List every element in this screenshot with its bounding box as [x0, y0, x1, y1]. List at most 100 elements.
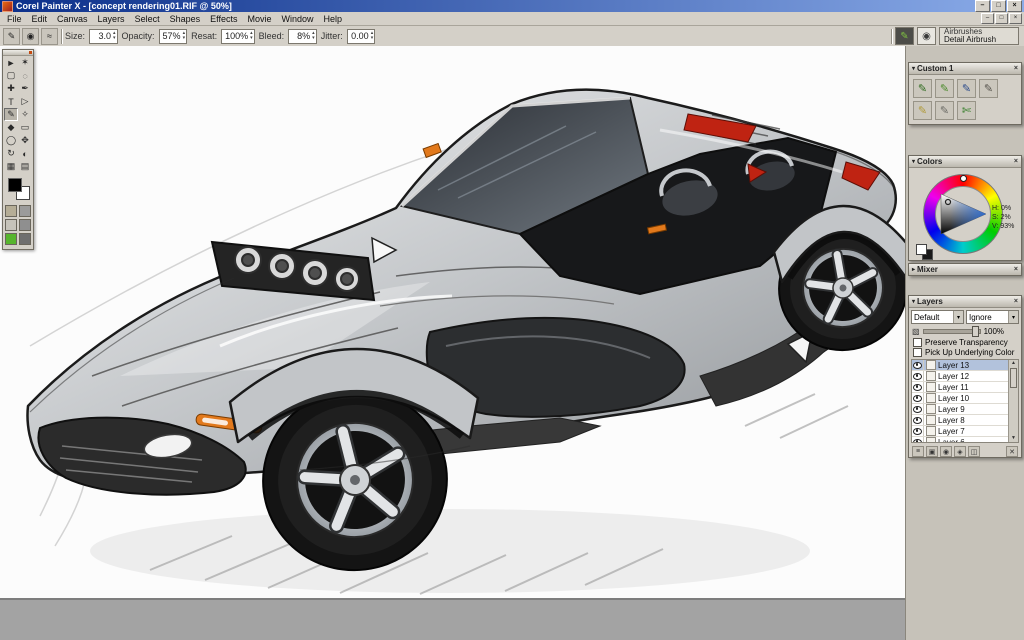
nozzle-selector[interactable]: [5, 233, 17, 245]
main-color-swatch[interactable]: [8, 178, 22, 192]
dab-preview-icon[interactable]: ◉: [22, 28, 39, 45]
toolbox-header[interactable]: [3, 50, 33, 56]
layers-scrollbar[interactable]: ▲ ▼: [1008, 360, 1018, 442]
weave-selector[interactable]: [19, 219, 31, 231]
colors-panel-header[interactable]: ▾ Colors ×: [909, 156, 1021, 168]
menu-movie[interactable]: Movie: [242, 14, 276, 24]
new-layer-icon[interactable]: ▣: [926, 446, 938, 457]
menu-edit[interactable]: Edit: [27, 14, 53, 24]
menu-shapes[interactable]: Shapes: [165, 14, 206, 24]
close-button[interactable]: ×: [1007, 0, 1022, 12]
doc-minimize-button[interactable]: –: [981, 13, 994, 24]
menu-effects[interactable]: Effects: [205, 14, 242, 24]
collapse-icon[interactable]: ▾: [912, 298, 915, 305]
close-icon[interactable]: ×: [1014, 158, 1018, 165]
magnifier-tool[interactable]: ◯: [4, 134, 18, 147]
collapse-icon[interactable]: ▸: [912, 266, 915, 273]
doc-close-button[interactable]: ×: [1009, 13, 1022, 24]
pickup-underlying-color-checkbox[interactable]: [913, 348, 922, 357]
spinner-arrows[interactable]: ▴▾: [183, 31, 186, 41]
spinner-arrows[interactable]: ▴▾: [312, 31, 315, 41]
text-tool[interactable]: T: [4, 95, 18, 108]
layer-row[interactable]: Layer 13: [912, 360, 1018, 371]
crop-tool[interactable]: ✚: [4, 82, 18, 95]
titlebar[interactable]: Corel Painter X - [concept rendering01.R…: [0, 0, 1024, 12]
layer-row[interactable]: Layer 6: [912, 437, 1018, 443]
visibility-toggle[interactable]: [912, 415, 924, 425]
pen-tool[interactable]: ✒: [18, 82, 32, 95]
canvas[interactable]: [0, 46, 905, 640]
visibility-toggle[interactable]: [912, 371, 924, 381]
menu-window[interactable]: Window: [276, 14, 318, 24]
rotate-page-tool[interactable]: ↻: [4, 147, 18, 160]
visibility-toggle[interactable]: [912, 382, 924, 392]
custom-brush-6[interactable]: ✎: [935, 101, 954, 120]
layout-grid-tool[interactable]: ▤: [18, 160, 32, 173]
layer-row[interactable]: Layer 11: [912, 382, 1018, 393]
new-liquid-ink-layer-icon[interactable]: ◈: [954, 446, 966, 457]
opacity-slider[interactable]: [923, 329, 981, 334]
maximize-button[interactable]: □: [991, 0, 1006, 12]
grabber-tool[interactable]: ✥: [18, 134, 32, 147]
layer-row[interactable]: Layer 7: [912, 426, 1018, 437]
visibility-toggle[interactable]: [912, 393, 924, 403]
custom-brush-1[interactable]: ✎: [913, 79, 932, 98]
scrollbar-thumb[interactable]: [1010, 368, 1017, 388]
custom-palette-header[interactable]: ▾ Custom 1 ×: [909, 63, 1021, 75]
layer-row[interactable]: Layer 8: [912, 415, 1018, 426]
collapse-icon[interactable]: ▾: [912, 65, 915, 72]
custom-brush-5[interactable]: ✎: [913, 101, 932, 120]
resat-input[interactable]: 100%▴▾: [221, 29, 255, 44]
shape-select-tool[interactable]: ▷: [18, 95, 32, 108]
visibility-toggle[interactable]: [912, 404, 924, 414]
visibility-toggle[interactable]: [912, 360, 924, 370]
spin-down-icon[interactable]: ▾: [250, 36, 253, 41]
spinner-arrows[interactable]: ▴▾: [113, 31, 116, 41]
custom-brush-4[interactable]: ✎: [979, 79, 998, 98]
menu-canvas[interactable]: Canvas: [52, 14, 93, 24]
pattern-selector[interactable]: [5, 219, 17, 231]
layer-row[interactable]: Layer 9: [912, 404, 1018, 415]
spin-down-icon[interactable]: ▾: [371, 36, 374, 41]
visibility-toggle[interactable]: [912, 437, 924, 443]
rect-select-tool[interactable]: ▢: [4, 69, 18, 82]
layer-adjuster-tool[interactable]: ►: [4, 56, 18, 69]
bleed-input[interactable]: 8%▴▾: [288, 29, 317, 44]
brush-selector[interactable]: Airbrushes Detail Airbrush: [939, 27, 1019, 45]
spinner-arrows[interactable]: ▴▾: [371, 31, 374, 41]
eraser-tool[interactable]: ▭: [18, 121, 32, 134]
close-icon[interactable]: ×: [1014, 65, 1018, 72]
stroke-preview-icon[interactable]: ≈: [41, 28, 58, 45]
layer-commands-icon[interactable]: ≡: [912, 446, 924, 457]
composite-depth-select[interactable]: Ignore ▾: [966, 310, 1019, 324]
lasso-tool[interactable]: ◌: [18, 69, 32, 82]
collapse-icon[interactable]: ▾: [912, 158, 915, 165]
main-color-swatch[interactable]: [916, 244, 927, 255]
brush-dab-icon[interactable]: ◉: [917, 27, 936, 45]
spin-down-icon[interactable]: ▾: [312, 36, 315, 41]
opacity-input[interactable]: 57%▴▾: [159, 29, 188, 44]
custom-brush-2[interactable]: ✎: [935, 79, 954, 98]
active-brush-tool-icon[interactable]: ✎: [3, 28, 20, 45]
preserve-transparency-checkbox[interactable]: [913, 338, 922, 347]
menu-layers[interactable]: Layers: [93, 14, 130, 24]
brush-tool[interactable]: ✎: [4, 108, 18, 121]
minimize-button[interactable]: –: [975, 0, 990, 12]
size-input[interactable]: 3.0▴▾: [89, 29, 118, 44]
layer-mask-icon[interactable]: ◫: [968, 446, 980, 457]
menu-file[interactable]: File: [2, 14, 27, 24]
paint-bucket-tool[interactable]: ◆: [4, 121, 18, 134]
scroll-down-icon[interactable]: ▼: [1011, 435, 1016, 442]
brush-category-icon[interactable]: ✎: [895, 27, 914, 45]
close-icon[interactable]: ×: [1014, 298, 1018, 305]
perspective-grid-tool[interactable]: ▦: [4, 160, 18, 173]
toolbox-close-icon[interactable]: [29, 51, 32, 54]
layer-row[interactable]: Layer 12: [912, 371, 1018, 382]
delete-layer-icon[interactable]: ✕: [1006, 446, 1018, 457]
hue-marker[interactable]: [960, 175, 967, 182]
scroll-up-icon[interactable]: ▲: [1011, 360, 1016, 367]
sv-triangle[interactable]: [934, 185, 992, 243]
magic-wand-tool[interactable]: ✶: [18, 56, 32, 69]
visibility-toggle[interactable]: [912, 426, 924, 436]
spin-down-icon[interactable]: ▾: [113, 36, 116, 41]
